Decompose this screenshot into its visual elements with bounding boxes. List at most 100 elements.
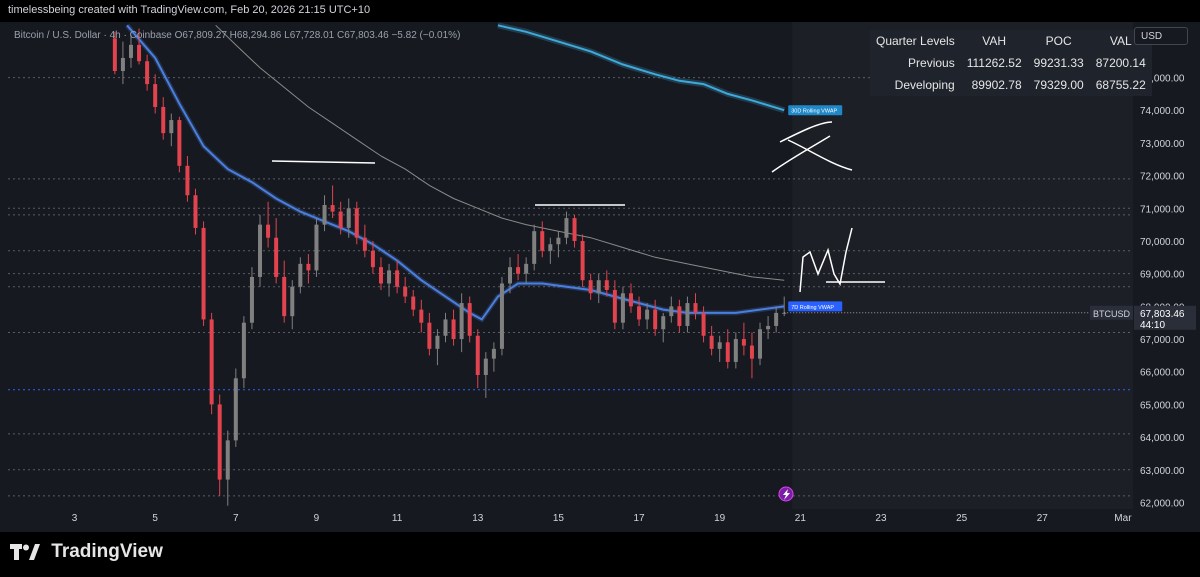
row-label: Previous (908, 56, 955, 70)
time-tick-label: 7 (233, 513, 239, 524)
candle-body (177, 120, 182, 166)
price-tick-label: 70,000.00 (1140, 237, 1185, 248)
candle-body (516, 267, 521, 274)
time-tick-label: 11 (392, 513, 403, 524)
candle (580, 234, 585, 287)
candle-body (620, 293, 625, 323)
candle-body (467, 303, 472, 336)
candle-body (193, 195, 198, 228)
candle (467, 296, 472, 343)
time-axis (0, 509, 1200, 532)
candle-body (645, 309, 650, 320)
candle-body (330, 205, 335, 212)
quarter-levels-header: Quarter Levels VAH POC VAL (870, 30, 1152, 52)
candle-body (709, 335, 714, 349)
candle (177, 116, 182, 173)
candle-body (306, 263, 311, 271)
candle-body (419, 309, 424, 323)
candle-body (120, 57, 125, 72)
candle-body (282, 276, 287, 317)
price-badge-countdown: 44:10 (1140, 320, 1165, 331)
chart-area[interactable]: 62,000.00 63,000.00 64,000.00 65,000.00 66,0… (0, 22, 1200, 532)
candle-body (161, 106, 166, 134)
candle-body (112, 38, 117, 72)
candle-body (201, 227, 206, 320)
candle-body (185, 165, 190, 196)
price-tick-label: 67,000.00 (1140, 335, 1185, 346)
price-tick-label: 66,000.00 (1140, 368, 1185, 379)
candle-body (290, 286, 295, 317)
price-tick-label: 69,000.00 (1140, 270, 1185, 281)
plot-background-history (0, 22, 793, 509)
candle-body (637, 306, 642, 320)
candle (201, 221, 206, 326)
col-vah: VAH (982, 34, 1007, 48)
candle-body (604, 280, 609, 291)
vwap-7d-label: 7D Rolling VWAP (788, 301, 843, 312)
candle-body (411, 296, 416, 310)
candle-body (733, 339, 738, 362)
time-tick-label: 23 (875, 513, 887, 524)
candle-body (128, 44, 133, 58)
price-tick-label: 74,000.00 (1140, 106, 1185, 117)
candle-body (169, 120, 174, 134)
candle-body (346, 208, 351, 228)
candle-body (717, 342, 722, 349)
time-tick-label: 13 (472, 513, 484, 524)
tradingview-logo: TradingView (10, 541, 163, 565)
row-label: Developing (894, 78, 955, 92)
col-poc: POC (1045, 34, 1072, 48)
vwap-30d-label: 30D Rolling VWAP (788, 105, 843, 116)
quarter-levels-title: Quarter Levels (876, 34, 955, 48)
candle-body (145, 61, 150, 85)
candle-body (564, 218, 569, 238)
candle-body (725, 342, 730, 362)
candle-body (338, 211, 343, 228)
candle-body (209, 319, 214, 405)
candle-body (685, 303, 690, 326)
candle-body (508, 267, 513, 284)
price-badge: 67,803.4644:10 (1134, 305, 1196, 331)
time-tick-label: Mar (1114, 513, 1132, 524)
time-tick-label: 27 (1037, 513, 1049, 524)
candle-body (532, 231, 537, 264)
candle-body (548, 244, 553, 251)
candle-body (499, 283, 504, 349)
candle-body (677, 306, 682, 326)
candle-body (766, 325, 771, 330)
candle-body (233, 378, 238, 441)
cell-value: 87200.14 (1095, 56, 1146, 70)
price-chart[interactable]: 62,000.00 63,000.00 64,000.00 65,000.00 66,0… (0, 22, 1200, 532)
candle-body (483, 358, 488, 375)
tradingview-snapshot: timelessbeing created with TradingView.c… (0, 0, 1200, 577)
candle-body (427, 322, 432, 349)
candle-body (451, 319, 456, 340)
candle-body (612, 290, 617, 323)
candle-body (540, 231, 545, 251)
candle-body (249, 276, 254, 323)
candle-body (459, 303, 464, 340)
candle-body (370, 250, 375, 268)
price-tick-label: 71,000.00 (1140, 204, 1185, 215)
candle-body (403, 286, 408, 297)
candle-body (395, 270, 400, 287)
currency-selector[interactable]: USD (1134, 27, 1188, 45)
candle-body (298, 263, 303, 287)
time-tick-label: 19 (714, 513, 726, 524)
time-tick-label: 3 (72, 513, 78, 524)
candle-body (387, 270, 392, 284)
attribution-text: timelessbeing created with TradingView.c… (8, 4, 371, 16)
candle-body (225, 440, 230, 480)
candle-body (653, 309, 658, 330)
candle (233, 368, 238, 447)
candle (499, 276, 504, 356)
time-tick-label: 5 (152, 513, 158, 524)
candle-body (378, 267, 383, 284)
cell-value: 79329.00 (1033, 78, 1084, 92)
candle (314, 218, 319, 277)
candle-body (774, 312, 779, 326)
quarter-levels-row-previous: Previous 111262.52 99231.33 87200.14 (870, 52, 1152, 74)
candle-body (741, 339, 746, 346)
candle-body (588, 280, 593, 294)
candle-body (661, 316, 666, 330)
